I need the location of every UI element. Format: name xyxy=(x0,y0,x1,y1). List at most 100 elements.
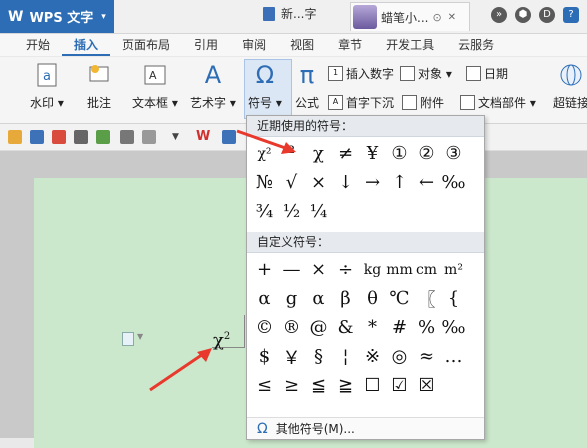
tab-insert[interactable]: 插入 xyxy=(62,34,111,56)
document-tab-active[interactable]: 蜡笔小... ⊙ ✕ xyxy=(350,2,470,31)
help-icon[interactable]: ? xyxy=(563,7,579,23)
symbol-cell[interactable]: ² xyxy=(278,139,305,168)
symbol-cell[interactable]: ½ xyxy=(278,197,305,226)
symbol-cell[interactable]: ③ xyxy=(440,139,467,168)
symbol-cell[interactable]: α xyxy=(305,284,332,313)
textbox-button[interactable]: A 文本框 ▾ xyxy=(132,62,178,111)
chevron-down-icon[interactable]: ▼ xyxy=(172,130,186,144)
formula-button[interactable]: π 公式 xyxy=(294,61,320,111)
symbol-cell[interactable]: × xyxy=(305,255,332,284)
tab-cloud[interactable]: 云服务 xyxy=(446,34,506,56)
symbol-cell[interactable]: √ xyxy=(278,168,305,197)
tab-developer[interactable]: 开发工具 xyxy=(374,34,446,56)
attachment-button[interactable]: 附件 xyxy=(402,94,444,111)
symbol-cell[interactable]: α xyxy=(251,284,278,313)
symbol-cell[interactable]: ☑ xyxy=(386,371,413,400)
symbol-cell[interactable]: ① xyxy=(386,139,413,168)
symbol-cell[interactable]: ≤ xyxy=(251,371,278,400)
cube-icon[interactable] xyxy=(222,130,236,144)
symbol-cell[interactable]: * xyxy=(359,313,386,342)
watermark-button[interactable]: a 水印 ▾ xyxy=(30,62,64,111)
symbol-cell[interactable]: & xyxy=(332,313,359,342)
wps-w-icon[interactable]: W xyxy=(196,130,210,144)
open-icon[interactable] xyxy=(8,130,22,144)
symbol-cell[interactable]: β xyxy=(332,284,359,313)
tab-references[interactable]: 引用 xyxy=(182,34,230,56)
symbol-cell[interactable]: № xyxy=(251,168,278,197)
dropcap-button[interactable]: A 首字下沉 xyxy=(328,94,394,111)
symbol-cell[interactable]: ≠ xyxy=(332,139,359,168)
symbol-cell[interactable]: ℃ xyxy=(386,284,413,313)
insert-number-button[interactable]: 1 插入数字 xyxy=(328,65,394,82)
symbol-cell[interactable]: ® xyxy=(278,313,305,342)
tab-review[interactable]: 审阅 xyxy=(230,34,278,56)
symbol-cell[interactable]: ↑ xyxy=(386,168,413,197)
hexagon-icon[interactable]: ⬢ xyxy=(515,7,531,23)
symbol-cell[interactable]: @ xyxy=(305,313,332,342)
navigate-icon[interactable]: » xyxy=(491,7,507,23)
wordart-button[interactable]: A 艺术字 ▾ xyxy=(190,61,236,111)
symbol-cell[interactable]: → xyxy=(359,168,386,197)
symbol-cell[interactable]: ↓ xyxy=(332,168,359,197)
symbol-cell[interactable]: ☐ xyxy=(359,371,386,400)
print-preview-icon[interactable] xyxy=(96,130,110,144)
hyperlink-button[interactable]: 超链接 xyxy=(553,62,587,111)
symbol-cell[interactable]: × xyxy=(305,168,332,197)
symbol-cell[interactable]: © xyxy=(251,313,278,342)
symbol-cell[interactable]: % xyxy=(413,313,440,342)
symbol-cell[interactable]: + xyxy=(251,255,278,284)
symbol-cell[interactable]: ② xyxy=(413,139,440,168)
symbol-cell[interactable]: … xyxy=(440,342,467,371)
chevron-down-icon[interactable]: ▼ xyxy=(137,332,143,341)
symbol-cell[interactable]: m² xyxy=(440,255,467,284)
symbol-cell[interactable]: { xyxy=(440,284,467,313)
symbol-cell[interactable]: ☒ xyxy=(413,371,440,400)
tab-home[interactable]: 开始 xyxy=(14,34,62,56)
document-text[interactable]: χ2 xyxy=(213,330,230,351)
symbol-cell[interactable]: — xyxy=(278,255,305,284)
tab-section[interactable]: 章节 xyxy=(326,34,374,56)
symbol-cell[interactable]: ¼ xyxy=(305,197,332,226)
app-menu-button[interactable]: W WPS 文字 ▾ xyxy=(0,0,114,33)
symbol-cell[interactable]: 〖 xyxy=(413,284,440,313)
symbol-cell[interactable]: ≈ xyxy=(413,342,440,371)
document-tab[interactable]: 新...字 xyxy=(263,5,316,22)
symbol-cell[interactable]: ≥ xyxy=(278,371,305,400)
symbol-cell[interactable]: ÷ xyxy=(332,255,359,284)
symbol-cell[interactable]: χ xyxy=(305,139,332,168)
save-icon[interactable] xyxy=(30,130,44,144)
symbol-cell[interactable]: mm xyxy=(386,255,413,284)
symbol-cell[interactable]: ¦ xyxy=(332,342,359,371)
date-button[interactable]: 日期 xyxy=(466,65,508,82)
tab-page-layout[interactable]: 页面布局 xyxy=(110,34,182,56)
docparts-button[interactable]: 文档部件 ▾ xyxy=(460,94,536,111)
symbol-cell[interactable]: g xyxy=(278,284,305,313)
tab-view[interactable]: 视图 xyxy=(278,34,326,56)
more-symbols-button[interactable]: Ω 其他符号(M)... xyxy=(247,417,484,439)
undo-icon[interactable] xyxy=(120,130,134,144)
symbol-cell[interactable]: ≦ xyxy=(305,371,332,400)
symbol-cell[interactable]: ‰ xyxy=(440,313,467,342)
symbol-cell[interactable]: ← xyxy=(413,168,440,197)
paste-options-icon[interactable] xyxy=(122,332,134,346)
symbol-cell[interactable]: ¾ xyxy=(251,197,278,226)
close-icon[interactable]: ✕ xyxy=(448,12,456,23)
symbol-button[interactable]: Ω 符号 ▾ xyxy=(248,61,282,111)
skin-icon[interactable]: D xyxy=(539,7,555,23)
symbol-cell[interactable]: ≧ xyxy=(332,371,359,400)
symbol-cell[interactable]: cm xyxy=(413,255,440,284)
object-button[interactable]: 对象 ▾ xyxy=(400,65,452,82)
export-pdf-icon[interactable] xyxy=(52,130,66,144)
symbol-cell[interactable]: ¥ xyxy=(359,139,386,168)
symbol-cell[interactable]: # xyxy=(386,313,413,342)
symbol-cell[interactable]: ◎ xyxy=(386,342,413,371)
symbol-cell[interactable]: χ² xyxy=(251,139,278,168)
symbol-cell[interactable]: kg xyxy=(359,255,386,284)
comment-button[interactable]: 批注 xyxy=(86,62,112,111)
symbol-cell[interactable]: ‰ xyxy=(440,168,467,197)
symbol-cell[interactable]: ※ xyxy=(359,342,386,371)
symbol-cell[interactable]: ￥ xyxy=(278,342,305,371)
symbol-cell[interactable]: § xyxy=(305,342,332,371)
print-icon[interactable] xyxy=(74,130,88,144)
redo-icon[interactable] xyxy=(142,130,156,144)
